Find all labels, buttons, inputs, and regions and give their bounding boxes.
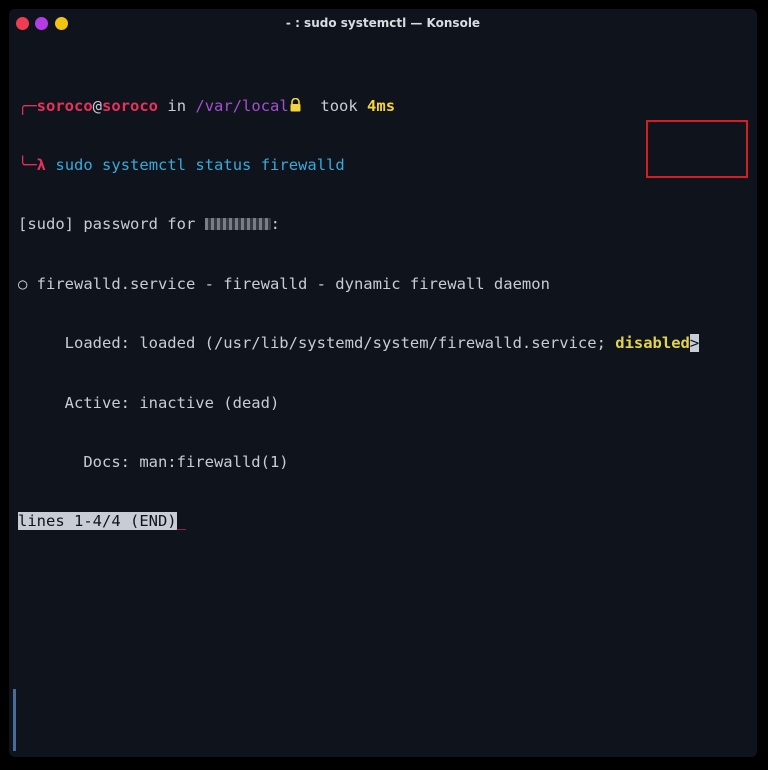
highlight-box (646, 120, 748, 178)
pager-line: lines 1-4/4 (END)_ (18, 512, 753, 532)
lock-icon (289, 97, 302, 115)
prompt-corner-bottom-icon: ╰─ (18, 155, 37, 174)
loaded-state: disabled (615, 334, 690, 353)
prompt-path: /var/local (195, 96, 289, 115)
sudo-prompt-colon: : (270, 215, 280, 234)
sudo-prompt: [sudo] password for (18, 215, 205, 234)
docs-line: Docs: man:firewalld(1) (18, 452, 289, 471)
command-systemctl: systemctl (102, 155, 187, 174)
prompt-corner-top-icon: ╭─ (18, 96, 37, 115)
prompt-took: took (320, 96, 358, 115)
redacted-username (204, 218, 271, 231)
prompt-duration: 4ms (367, 96, 396, 115)
command-status: status (195, 155, 252, 174)
loaded-text: Loaded: loaded (/usr/lib/systemd/system/… (18, 334, 616, 353)
prompt-in: in (167, 96, 187, 115)
prompt-host: soroco (102, 96, 159, 115)
command-sudo: sudo (55, 155, 93, 174)
sudo-password-line: [sudo] password for : (18, 215, 753, 235)
active-line: Active: inactive (dead) (18, 393, 280, 412)
prompt-at: @ (92, 96, 103, 115)
service-line: ○ firewalld.service - firewalld - dynami… (18, 274, 550, 293)
command-line: ╰─λ sudo systemctl status firewalld (18, 156, 753, 176)
title-bar[interactable]: - : sudo systemctl — Konsole (9, 9, 757, 39)
konsole-window: - : sudo systemctl — Konsole ╭─soroco@so… (9, 9, 757, 757)
prompt-lambda: λ (36, 155, 47, 174)
prompt-line: ╭─soroco@soroco in /var/local took 4ms (18, 97, 753, 117)
terminal-output[interactable]: ╭─soroco@soroco in /var/local took 4ms ╰… (18, 57, 753, 572)
command-service: firewalld (260, 155, 345, 174)
window-title: - : sudo systemctl — Konsole (285, 16, 481, 30)
text-cursor: _ (176, 512, 186, 531)
prompt-user: soroco (36, 96, 93, 115)
loaded-line: Loaded: loaded (/usr/lib/systemd/system/… (18, 334, 753, 354)
line-truncation-marker: > (689, 334, 700, 353)
pager-status: lines 1-4/4 (END) (18, 512, 177, 531)
scroll-indicator[interactable] (13, 689, 16, 751)
